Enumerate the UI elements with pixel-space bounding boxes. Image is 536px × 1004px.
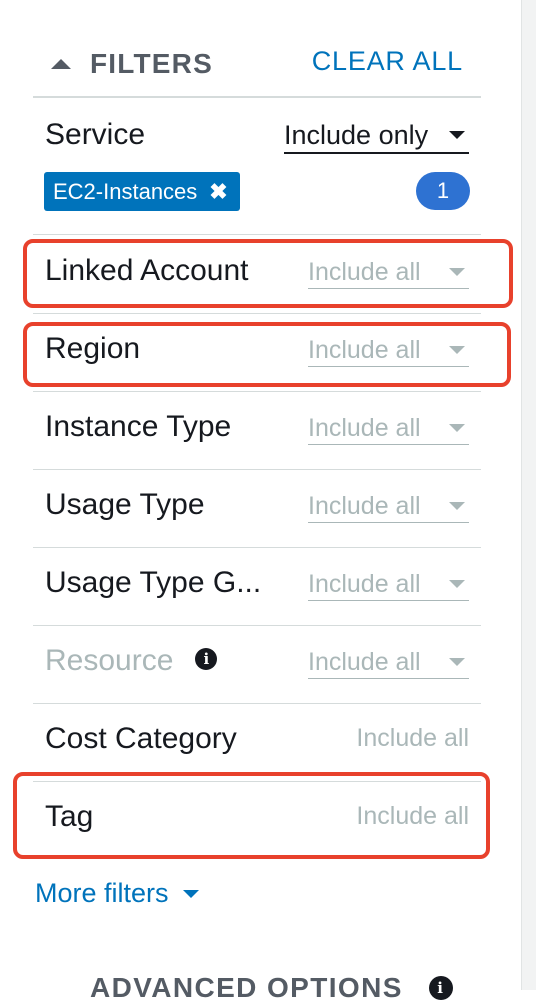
filter-mode-select[interactable]: Include all — [308, 412, 469, 445]
chevron-down-icon — [449, 502, 465, 510]
right-scroll-rail — [521, 0, 536, 990]
filter-row-cost-category[interactable]: Cost Category Include all — [33, 703, 481, 782]
filter-label: Resource i — [45, 644, 218, 678]
filter-mode-value: Include all — [308, 647, 421, 676]
filter-mode-value: Include all — [356, 802, 469, 830]
filter-row-linked-account[interactable]: Linked Account Include all — [33, 235, 481, 314]
service-mode-select[interactable]: Include only — [284, 118, 469, 154]
chevron-down-icon — [449, 658, 465, 666]
filter-label: Instance Type — [45, 410, 232, 443]
filter-mode-value: Include all — [308, 491, 421, 520]
chevron-down-icon — [449, 346, 465, 354]
remove-token-icon[interactable]: ✖ — [209, 179, 227, 205]
service-mode-value: Include only — [284, 119, 429, 150]
more-filters-label: More filters — [35, 878, 169, 908]
filter-row-tag[interactable]: Tag Include all — [33, 781, 481, 859]
filters-panel: FILTERS CLEAR ALL Service Include only E… — [0, 0, 520, 1003]
filter-row-resource: Resource i Include all — [33, 625, 481, 704]
filter-mode-select[interactable]: Include all — [308, 568, 469, 601]
filters-title: FILTERS — [90, 48, 213, 79]
filter-label: Usage Type — [45, 488, 205, 521]
filter-mode-value: Include all — [308, 569, 421, 598]
chevron-down-icon — [449, 131, 465, 139]
filter-mode-value: Include all — [308, 413, 421, 442]
filters-header: FILTERS CLEAR ALL — [33, 0, 481, 98]
caret-up-icon — [51, 59, 71, 69]
chevron-down-icon — [449, 268, 465, 276]
filter-row-usage-type[interactable]: Usage Type Include all — [33, 469, 481, 548]
filter-row-instance-type[interactable]: Instance Type Include all — [33, 391, 481, 470]
filter-mode-select[interactable]: Include all — [308, 334, 469, 367]
filter-mode-value: Include all — [308, 257, 421, 286]
filter-label: Tag — [45, 800, 94, 833]
service-token: EC2-Instances ✖ — [44, 172, 240, 211]
filter-mode-value: Include all — [356, 724, 469, 752]
chevron-down-icon — [449, 424, 465, 432]
info-icon[interactable]: i — [428, 975, 453, 1000]
filter-label: Usage Type G... — [45, 566, 262, 599]
service-label: Service — [45, 118, 146, 151]
filter-label: Linked Account — [45, 254, 249, 287]
service-filter: Service Include only EC2-Instances ✖ 1 — [33, 96, 481, 235]
chevron-down-icon — [182, 889, 199, 898]
filter-label-text: Resource — [45, 644, 174, 677]
advanced-options-header[interactable]: ADVANCED OPTIONS i — [90, 972, 453, 1004]
filter-label: Region — [45, 332, 141, 365]
service-token-label: EC2-Instances — [53, 178, 198, 204]
chevron-down-icon — [449, 580, 465, 588]
filter-row-usage-type-group[interactable]: Usage Type G... Include all — [33, 547, 481, 626]
filter-label: Cost Category — [45, 722, 237, 755]
filter-mode-select[interactable]: Include all — [308, 256, 469, 289]
filter-row-region[interactable]: Region Include all — [33, 313, 481, 392]
filters-collapse-toggle[interactable]: FILTERS — [51, 48, 213, 80]
filter-mode-value: Include all — [308, 335, 421, 364]
info-icon[interactable]: i — [195, 648, 218, 671]
advanced-options-title: ADVANCED OPTIONS — [90, 972, 403, 1003]
filter-mode-select[interactable]: Include all — [308, 490, 469, 523]
filter-mode-select: Include all — [308, 646, 469, 679]
clear-all-link[interactable]: CLEAR ALL — [312, 46, 463, 77]
selected-count-badge: 1 — [416, 172, 470, 210]
more-filters-link[interactable]: More filters — [35, 878, 203, 909]
